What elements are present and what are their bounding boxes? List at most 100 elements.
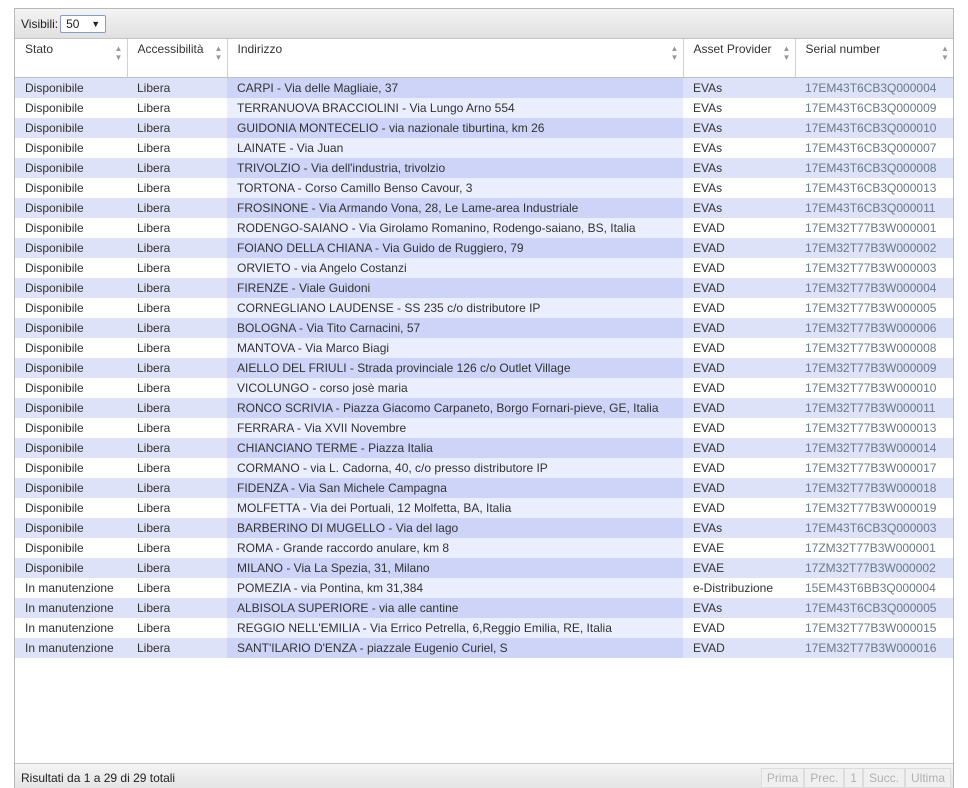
table-row[interactable]: Disponibile Libera RONCO SCRIVIA - Piazza … [15,397,953,418]
cell-stato: Disponibile [15,517,127,538]
table-row[interactable]: Disponibile Libera TORTONA - Corso Camillo… [15,177,953,198]
pager-prev-button[interactable]: Prec. [804,768,845,788]
column-header-accessibilita[interactable]: Accessibilità ▲ ▼ [127,39,228,78]
cell-accessibilita: Libera [127,577,227,598]
cell-stato: Disponibile [15,237,127,258]
cell-asset-provider: EVAD [683,257,795,278]
cell-serial: 17EM43T6CB3Q000007 [795,137,953,158]
cell-indirizzo: BARBERINO DI MUGELLO - Via del lago [227,517,683,538]
cell-serial: 17ZM32T77B3W000002 [795,557,953,578]
table-row[interactable]: Disponibile Libera FIRENZE - Viale Guidoni… [15,277,953,298]
table-row[interactable]: Disponibile Libera FROSINONE - Via Armando… [15,197,953,218]
table-row[interactable]: In manutenzione Libera SANT'ILARIO D'ENZA … [15,637,953,658]
cell-indirizzo: CHIANCIANO TERME - Piazza Italia [227,437,683,458]
cell-asset-provider: EVAD [683,477,795,498]
table-row[interactable]: Disponibile Libera TRIVOLZIO - Via dell'in… [15,157,953,178]
table-row[interactable]: Disponibile Libera GUIDONIA MONTECELIO - v… [15,117,953,138]
cell-indirizzo: REGGIO NELL'EMILIA - Via Errico Petrella… [227,617,683,638]
cell-indirizzo: MILANO - Via La Spezia, 31, Milano [227,557,683,578]
cell-serial: 17EM32T77B3W000016 [795,637,953,658]
cell-stato: Disponibile [15,557,127,578]
cell-serial: 17EM32T77B3W000014 [795,437,953,458]
pager-last-button[interactable]: Ultima [904,768,951,788]
column-header-asset-provider[interactable]: Asset Provider ▲ ▼ [683,39,796,78]
cell-stato: Disponibile [15,177,127,198]
cell-asset-provider: EVAD [683,397,795,418]
cell-accessibilita: Libera [127,437,227,458]
table-row[interactable]: Disponibile Libera MANTOVA - Via Marco Bia… [15,337,953,358]
cell-serial: 17EM32T77B3W000010 [795,377,953,398]
cell-stato: Disponibile [15,437,127,458]
table-row[interactable]: Disponibile Libera AIELLO DEL FRIULI - Str… [15,357,953,378]
cell-serial: 17EM32T77B3W000009 [795,357,953,378]
cell-accessibilita: Libera [127,457,227,478]
cell-indirizzo: TERRANUOVA BRACCIOLINI - Via Lungo Arno … [227,97,683,118]
pager-first-button[interactable]: Prima [760,768,805,788]
results-table: Stato ▲ ▼ Accessibilità ▲ ▼ Indirizzo ▲ ▼ Asse… [15,39,953,658]
cell-stato: Disponibile [15,417,127,438]
cell-serial: 17EM43T6CB3Q000004 [795,77,953,98]
pager-next-button[interactable]: Succ. [862,768,905,788]
table-row[interactable]: Disponibile Libera TERRANUOVA BRACCIOLINI … [15,97,953,118]
cell-serial: 17EM32T77B3W000001 [795,217,953,238]
pager-page-button[interactable]: 1 [844,768,863,788]
cell-asset-provider: EVAD [683,337,795,358]
cell-asset-provider: EVAD [683,237,795,258]
table-row[interactable]: Disponibile Libera MOLFETTA - Via dei Port… [15,497,953,518]
table-row[interactable]: Disponibile Libera CHIANCIANO TERME - Piaz… [15,437,953,458]
table-row[interactable]: Disponibile Libera FOIANO DELLA CHIANA - V… [15,237,953,258]
cell-indirizzo: GUIDONIA MONTECELIO - via nazionale tibu… [227,117,683,138]
cell-accessibilita: Libera [127,297,227,318]
column-header-indirizzo[interactable]: Indirizzo ▲ ▼ [227,39,684,78]
cell-indirizzo: RONCO SCRIVIA - Piazza Giacomo Carpaneto… [227,397,683,418]
table-row[interactable]: Disponibile Libera VICOLUNGO - corso josè … [15,377,953,398]
pagination: Prima Prec. 1 Succ. Ultima [760,768,951,788]
cell-asset-provider: EVAD [683,457,795,478]
cell-asset-provider: EVAs [683,177,795,198]
cell-accessibilita: Libera [127,637,227,658]
cell-asset-provider: EVAs [683,77,795,98]
column-label: Indirizzo [237,42,283,56]
page-size-value: 50 [66,16,80,31]
cell-accessibilita: Libera [127,417,227,438]
cell-indirizzo: AIELLO DEL FRIULI - Strada provinciale 1… [227,357,683,378]
table-row[interactable]: Disponibile Libera RODENGO-SAIANO - Via Gi… [15,217,953,238]
cell-indirizzo: CORMANO - via L. Cadorna, 40, c/o presso… [227,457,683,478]
table-row[interactable]: Disponibile Libera BOLOGNA - Via Tito Carn… [15,317,953,338]
cell-asset-provider: EVAD [683,317,795,338]
table-row[interactable]: In manutenzione Libera ALBISOLA SUPERIORE … [15,597,953,618]
table-row[interactable]: In manutenzione Libera REGGIO NELL'EMILIA … [15,617,953,638]
cell-serial: 17EM32T77B3W000019 [795,497,953,518]
cell-serial: 15EM43T6BB3Q000004 [795,577,953,598]
cell-accessibilita: Libera [127,497,227,518]
table-row[interactable]: Disponibile Libera CARPI - Via delle Magli… [15,77,953,98]
cell-stato: Disponibile [15,277,127,298]
table-row[interactable]: Disponibile Libera FERRARA - Via XVII Nove… [15,417,953,438]
table-row[interactable]: In manutenzione Libera POMEZIA - via Ponti… [15,577,953,598]
column-header-stato[interactable]: Stato ▲ ▼ [15,39,128,78]
table-row[interactable]: Disponibile Libera CORNEGLIANO LAUDENSE - … [15,297,953,318]
table-row[interactable]: Disponibile Libera CORMANO - via L. Cadorn… [15,457,953,478]
cell-asset-provider: EVAs [683,97,795,118]
table-row[interactable]: Disponibile Libera MILANO - Via La Spezia,… [15,557,953,578]
cell-serial: 17EM32T77B3W000006 [795,317,953,338]
cell-asset-provider: EVAs [683,117,795,138]
table-row[interactable]: Disponibile Libera ORVIETO - via Angelo Co… [15,257,953,278]
column-header-serial[interactable]: Serial number ▲ ▼ [795,39,953,78]
cell-serial: 17EM32T77B3W000008 [795,337,953,358]
table-row[interactable]: Disponibile Libera BARBERINO DI MUGELLO - … [15,517,953,538]
cell-accessibilita: Libera [127,277,227,298]
table-row[interactable]: Disponibile Libera FIDENZA - Via San Miche… [15,477,953,498]
cell-serial: 17EM43T6CB3Q000003 [795,517,953,538]
table-row[interactable]: Disponibile Libera ROMA - Grande raccordo … [15,537,953,558]
cell-serial: 17EM32T77B3W000013 [795,417,953,438]
cell-serial: 17EM43T6CB3Q000005 [795,597,953,618]
cell-accessibilita: Libera [127,117,227,138]
page-size-select[interactable]: 50 ▼ [60,14,107,33]
cell-serial: 17EM32T77B3W000017 [795,457,953,478]
table-row[interactable]: Disponibile Libera LAINATE - Via Juan EVAs 1… [15,137,953,158]
cell-indirizzo: RODENGO-SAIANO - Via Girolamo Romanino, … [227,217,683,238]
cell-stato: Disponibile [15,457,127,478]
cell-stato: Disponibile [15,377,127,398]
cell-asset-provider: EVAD [683,297,795,318]
